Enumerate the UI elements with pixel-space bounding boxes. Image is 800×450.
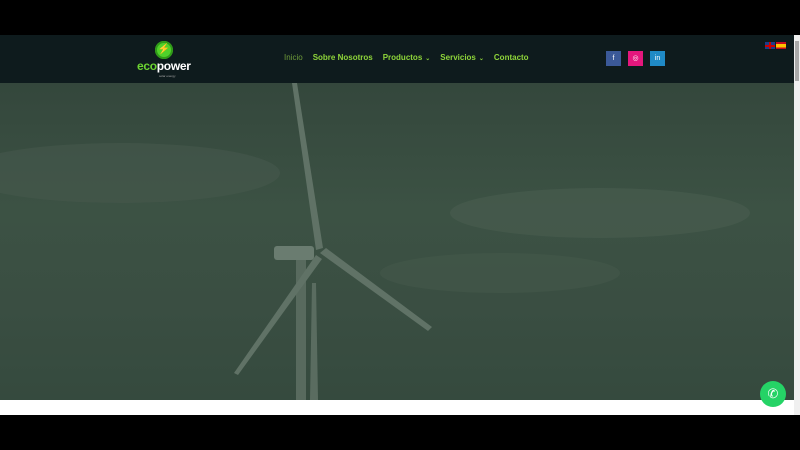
- scrollbar[interactable]: [794, 35, 800, 415]
- uk-flag-icon[interactable]: [765, 42, 775, 49]
- main-nav: Inicio Sobre Nosotros Productos ⌄ Servici…: [284, 53, 529, 62]
- wind-turbine-illustration: [0, 83, 750, 403]
- nav-servicios[interactable]: Servicios ⌄: [440, 53, 484, 62]
- hero-wind-turbine-image: [0, 83, 794, 403]
- nav-productos[interactable]: Productos ⌄: [383, 53, 431, 62]
- scrollbar-thumb[interactable]: [795, 41, 799, 81]
- ecopower-logo[interactable]: ⚡ ecopower solar energy: [137, 41, 193, 79]
- nav-productos-label: Productos: [382, 53, 423, 62]
- whatsapp-button[interactable]: ✆: [760, 381, 786, 407]
- spain-flag-icon[interactable]: [776, 42, 786, 49]
- page: ⚡ ecopower solar energy Inicio Sobre Nos…: [0, 35, 794, 415]
- logo-tagline: solar energy: [159, 74, 176, 78]
- site-header: ⚡ ecopower solar energy Inicio Sobre Nos…: [0, 35, 794, 83]
- nav-inicio[interactable]: Inicio: [284, 53, 303, 62]
- logo-text-power: power: [156, 59, 191, 73]
- nav-contacto[interactable]: Contacto: [494, 53, 529, 62]
- logo-text-eco: eco: [137, 59, 157, 73]
- nav-sobre-nosotros[interactable]: Sobre Nosotros: [313, 53, 373, 62]
- instagram-icon[interactable]: ◎: [628, 51, 643, 66]
- nav-servicios-label: Servicios: [440, 53, 476, 62]
- facebook-icon[interactable]: f: [606, 51, 621, 66]
- chevron-down-icon: ⌄: [478, 56, 484, 62]
- language-switcher: [765, 42, 786, 49]
- linkedin-icon[interactable]: in: [650, 51, 665, 66]
- whatsapp-icon: ✆: [767, 386, 779, 401]
- chevron-down-icon: ⌄: [425, 56, 431, 62]
- lightning-sun-icon: ⚡: [155, 41, 173, 59]
